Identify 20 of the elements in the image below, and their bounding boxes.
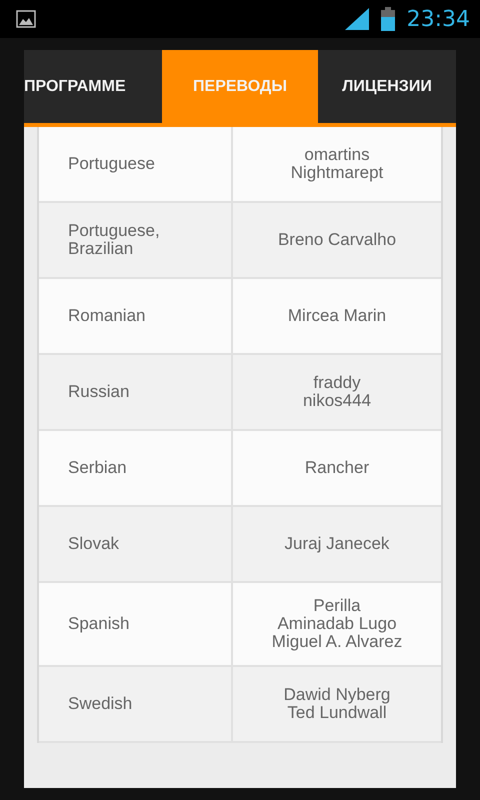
translators-cell-text: fraddy nikos444: [302, 372, 372, 412]
battery-icon: [380, 7, 395, 31]
clock-time: 23:34: [406, 6, 470, 32]
language-cell: Russian: [39, 355, 233, 429]
translators-cell-text: Dawid Nyberg Ted Lundwall: [282, 684, 392, 724]
language-cell: Spanish: [39, 583, 233, 665]
translators-cell-text: Juraj Janecek: [284, 533, 390, 555]
language-cell: Serbian: [39, 431, 233, 505]
language-cell: Portuguese: [39, 127, 233, 201]
translators-cell-text: Mircea Marin: [286, 305, 388, 327]
picture-notification-icon: [16, 10, 36, 28]
translators-cell-text: Breno Carvalho: [276, 229, 398, 251]
translators-cell-text: Perilla Aminadab Lugo Miguel A. Alvarez: [270, 595, 404, 653]
language-cell: Romanian: [39, 279, 233, 353]
translators-cell-text: omartins Nightmarept: [290, 144, 384, 184]
language-cell: Swedish: [39, 667, 233, 741]
signal-icon: [344, 8, 369, 30]
translators-cell-text: Rancher: [304, 457, 370, 479]
language-cell: Slovak: [39, 507, 233, 581]
language-cell: Portuguese, Brazilian: [39, 203, 233, 277]
